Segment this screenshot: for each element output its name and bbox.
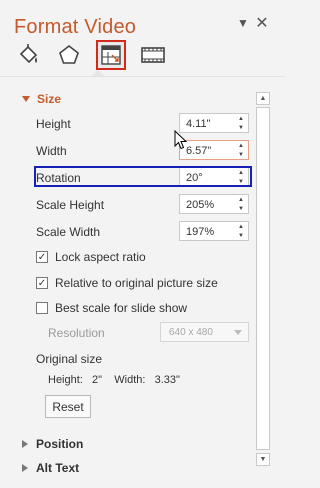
tab-fill-line[interactable] xyxy=(14,40,44,70)
film-strip-icon xyxy=(141,47,165,63)
height-label: Height xyxy=(36,117,71,131)
scale-width-value: 197% xyxy=(186,226,215,238)
height-row: Height 4.11" ▲ ▼ xyxy=(0,113,255,135)
relative-size-label[interactable]: Relative to original picture size xyxy=(55,276,218,290)
alt-text-section-title: Alt Text xyxy=(36,461,80,475)
original-size-values: Height: 2" Width: 3.33" xyxy=(48,374,180,386)
scale-width-label: Scale Width xyxy=(36,225,101,239)
size-section-title: Size xyxy=(37,92,62,106)
scale-height-row: Scale Height 205% ▲ ▼ xyxy=(0,194,255,216)
spin-down-icon[interactable]: ▼ xyxy=(238,206,244,212)
pane-title: Format Video xyxy=(14,16,137,38)
spin-up-icon[interactable]: ▲ xyxy=(238,116,244,122)
mouse-pointer-icon xyxy=(174,130,188,150)
pentagon-icon xyxy=(59,44,79,64)
width-value: 6.57" xyxy=(186,145,212,157)
rotation-highlight-box xyxy=(34,166,252,187)
best-scale-checkbox[interactable] xyxy=(36,302,48,314)
height-spinner[interactable]: 4.11" ▲ ▼ xyxy=(179,113,249,133)
scale-width-row: Scale Width 197% ▲ ▼ xyxy=(0,221,255,243)
position-section-header[interactable]: Position xyxy=(22,437,83,451)
tab-size-properties[interactable] xyxy=(96,40,126,70)
resolution-value: 640 x 480 xyxy=(169,327,213,338)
resolution-select: 640 x 480 xyxy=(160,322,249,342)
reset-label: Reset xyxy=(52,399,84,414)
scroll-thumb[interactable] xyxy=(256,107,270,450)
paint-bucket-icon xyxy=(19,44,38,64)
scale-height-spinner[interactable]: 205% ▲ ▼ xyxy=(179,194,249,214)
vertical-scrollbar[interactable]: ▲ ▼ xyxy=(256,92,270,466)
spin-down-icon[interactable]: ▼ xyxy=(238,233,244,239)
relative-size-checkbox[interactable]: ✓ xyxy=(36,277,48,289)
expand-triangle-icon xyxy=(22,96,30,102)
tab-video[interactable] xyxy=(138,40,168,70)
spin-up-icon[interactable]: ▲ xyxy=(238,143,244,149)
chevron-down-icon xyxy=(234,330,242,335)
collapse-triangle-icon xyxy=(22,464,28,472)
height-value: 4.11" xyxy=(186,118,211,130)
scale-height-label: Scale Height xyxy=(36,198,105,212)
close-icon: ✕ xyxy=(255,15,269,32)
size-section-header[interactable]: Size xyxy=(22,92,61,106)
size-properties-icon xyxy=(101,45,121,65)
close-pane-button[interactable]: ✕ xyxy=(253,14,271,32)
collapse-triangle-icon xyxy=(22,440,28,448)
spin-down-icon[interactable]: ▼ xyxy=(238,152,244,158)
format-video-pane: Format Video ▼ ✕ Size Height 4.11" ▲ ▼ W… xyxy=(0,0,285,488)
width-row: Width 6.57" ▲ ▼ xyxy=(0,140,255,162)
best-scale-label[interactable]: Best scale for slide show xyxy=(55,301,187,315)
width-label: Width xyxy=(36,144,67,158)
tab-effects[interactable] xyxy=(54,40,84,70)
chevron-down-icon: ▼ xyxy=(237,16,249,30)
lock-aspect-label[interactable]: Lock aspect ratio xyxy=(55,250,146,264)
spin-up-icon[interactable]: ▲ xyxy=(238,197,244,203)
header-divider xyxy=(0,76,285,77)
scroll-up-button[interactable]: ▲ xyxy=(256,92,270,105)
position-section-title: Position xyxy=(36,437,84,451)
reset-button[interactable]: Reset xyxy=(45,395,91,418)
lock-aspect-checkbox[interactable]: ✓ xyxy=(36,251,48,263)
scale-height-value: 205% xyxy=(186,199,215,211)
alt-text-section-header[interactable]: Alt Text xyxy=(22,461,79,475)
width-spinner[interactable]: 6.57" ▲ ▼ xyxy=(179,140,249,160)
pane-options-dropdown[interactable]: ▼ xyxy=(234,14,252,32)
spin-up-icon[interactable]: ▲ xyxy=(238,224,244,230)
resolution-label: Resolution xyxy=(48,326,105,340)
scale-width-spinner[interactable]: 197% ▲ ▼ xyxy=(179,221,249,241)
original-size-label: Original size xyxy=(36,352,103,366)
spin-down-icon[interactable]: ▼ xyxy=(238,125,244,131)
scroll-down-button[interactable]: ▼ xyxy=(256,453,270,466)
